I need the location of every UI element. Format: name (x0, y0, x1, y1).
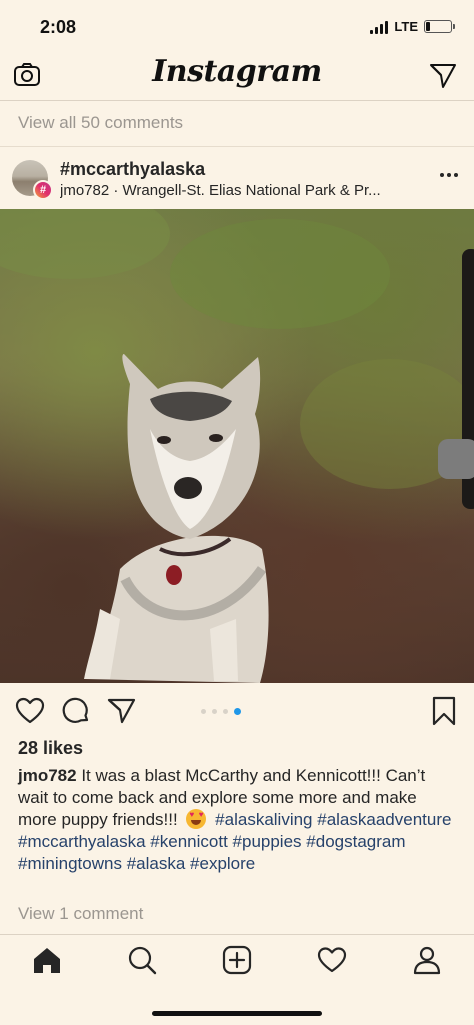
carousel-dot (201, 709, 206, 714)
instagram-logo: Instagram (152, 54, 322, 89)
more-options-icon[interactable] (440, 173, 458, 177)
direct-message-icon[interactable] (428, 60, 458, 90)
post-photo[interactable] (0, 209, 474, 683)
post-caption: jmo782 It was a blast McCarthy and Kenni… (18, 765, 458, 875)
save-bookmark-icon[interactable] (428, 695, 460, 727)
hashtag-link[interactable]: #dogstagram (306, 832, 405, 851)
carousel-dot (212, 709, 217, 714)
battery-icon (424, 20, 455, 33)
hashtag-link[interactable]: #kennicott (150, 832, 228, 851)
hashtag-link[interactable]: #alaskaadventure (317, 810, 451, 829)
new-post-icon[interactable] (222, 945, 252, 975)
hashtag-link[interactable]: #puppies (233, 832, 302, 851)
post-hashtag-title[interactable]: #mccarthyalaska (60, 159, 205, 180)
bottom-tab-bar (0, 935, 474, 995)
home-indicator[interactable] (152, 1011, 322, 1016)
share-icon[interactable] (106, 695, 138, 727)
hashtag-link[interactable]: #miningtowns (18, 854, 122, 873)
like-heart-icon[interactable] (14, 695, 46, 727)
post-location[interactable]: jmo782 · Wrangell-St. Elias National Par… (60, 182, 430, 199)
signal-icon (370, 20, 389, 34)
comment-icon[interactable] (60, 695, 92, 727)
network-label: LTE (394, 19, 418, 34)
hashtag-link[interactable]: #alaska (127, 854, 186, 873)
carousel-dot (223, 709, 228, 714)
post-header: # #mccarthyalaska jmo782 · Wrangell-St. … (0, 147, 474, 209)
divider (0, 100, 474, 101)
hashtag-link[interactable]: #mccarthyalaska (18, 832, 146, 851)
status-time: 2:08 (40, 17, 77, 37)
hashtag-link[interactable]: #explore (190, 854, 255, 873)
hashtag-link[interactable]: #alaskaliving (215, 810, 312, 829)
status-indicators: LTE (370, 19, 455, 34)
view-all-comments-link[interactable]: View all 50 comments (18, 113, 183, 133)
dog-illustration (84, 354, 269, 683)
heart-eyes-emoji-icon (186, 809, 207, 829)
search-icon[interactable] (127, 945, 157, 975)
activity-heart-icon[interactable] (317, 945, 347, 975)
top-bar: Instagram (0, 52, 474, 100)
caption-username[interactable]: jmo782 (18, 766, 77, 785)
home-icon[interactable] (32, 945, 62, 975)
carousel-dot-active (234, 708, 241, 715)
status-bar: 2:08 LTE (0, 0, 474, 52)
hashtag-icon: # (33, 180, 53, 200)
likes-count[interactable]: 28 likes (18, 738, 83, 759)
profile-icon[interactable] (412, 945, 442, 975)
post-actions (0, 683, 474, 739)
view-comments-link[interactable]: View 1 comment (18, 904, 143, 924)
carousel-indicator (201, 708, 241, 715)
